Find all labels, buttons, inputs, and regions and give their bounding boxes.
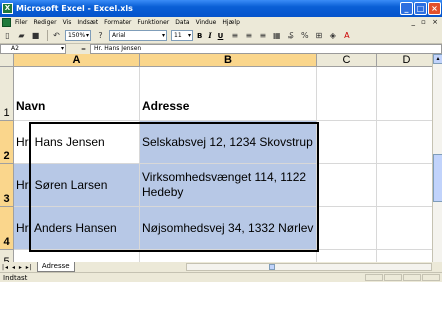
name-box[interactable]: A2 <box>0 44 66 54</box>
menu-insert[interactable]: Indsæt <box>77 19 98 26</box>
cell-c2[interactable] <box>317 121 377 164</box>
menu-file[interactable]: Filer <box>15 19 28 26</box>
cell-b5[interactable] <box>140 250 317 262</box>
new-document-icon[interactable]: ▯ <box>2 30 13 41</box>
tab-navigation-arrows[interactable]: |◂ ◂ ▸ ▸| <box>2 264 33 271</box>
cell-d3[interactable] <box>377 164 432 207</box>
cell-b3[interactable]: Virksomhedsvænget 114, 1122 Hedeby <box>140 164 317 207</box>
fill-color-icon[interactable]: ◈ <box>327 30 338 41</box>
cell-d4[interactable] <box>377 207 432 250</box>
window-title: Microsoft Excel - Excel.xls <box>16 4 133 13</box>
cell-b2[interactable]: Selskabsvej 12, 1234 Skovstrup <box>140 121 317 164</box>
align-left-icon[interactable]: ≡ <box>229 30 240 41</box>
toolbar: ▯ ▰ ■ ↶ 150% ? Arial 11 B I U ≡ ≡ ≡ ▦ ₷ … <box>0 28 442 44</box>
cell-a1[interactable]: Navn <box>14 67 140 121</box>
cell-b4[interactable]: Nøjsomhedsvej 34, 1332 Nørlev <box>140 207 317 250</box>
title-bar: X Microsoft Excel - Excel.xls _ □ × <box>0 0 442 17</box>
cell-a4[interactable]: Hr. Anders Hansen <box>14 207 140 250</box>
status-panels <box>365 274 440 281</box>
blank-area <box>0 282 442 310</box>
menu-tools[interactable]: Funktioner <box>137 19 169 26</box>
status-text: Indtast <box>3 274 28 282</box>
cell-c3[interactable] <box>317 164 377 207</box>
formula-input[interactable]: Hr. Hans Jensen <box>90 44 442 54</box>
column-header-b[interactable]: B <box>140 54 317 67</box>
font-select[interactable]: Arial <box>109 30 167 41</box>
help-icon[interactable]: ? <box>95 30 106 41</box>
cell-d5[interactable] <box>377 250 432 262</box>
menu-edit[interactable]: Rediger <box>34 19 57 26</box>
document-window-controls[interactable]: _ ▫ × <box>411 18 440 26</box>
scroll-up-arrow-icon[interactable]: ▴ <box>433 54 442 64</box>
sheet-tab-bar: |◂ ◂ ▸ ▸| Adresse <box>0 262 442 272</box>
formula-equals-icon[interactable]: = <box>81 46 86 53</box>
horizontal-scrollbar[interactable] <box>186 263 432 271</box>
currency-icon[interactable]: ₷ <box>285 30 296 41</box>
merge-center-icon[interactable]: ▦ <box>271 30 282 41</box>
font-color-icon[interactable]: A <box>341 30 352 41</box>
cell-d1[interactable] <box>377 67 432 121</box>
cell-c4[interactable] <box>317 207 377 250</box>
cell-c5[interactable] <box>317 250 377 262</box>
row-header-1[interactable]: 1 <box>0 67 14 121</box>
row-header-5[interactable]: 5 <box>0 250 14 262</box>
cell-b1[interactable]: Adresse <box>140 67 317 121</box>
align-center-icon[interactable]: ≡ <box>243 30 254 41</box>
worksheet-grid[interactable]: A B C D 1 2 3 4 5 Navn Adresse Hr. Hans … <box>0 54 432 262</box>
row-header-2[interactable]: 2 <box>0 121 14 164</box>
status-panel <box>403 274 421 281</box>
row-header-4[interactable]: 4 <box>0 207 14 250</box>
underline-button[interactable]: U <box>218 32 224 40</box>
menu-window[interactable]: Vindue <box>196 19 217 26</box>
menu-format[interactable]: Formater <box>104 19 131 26</box>
save-icon[interactable]: ■ <box>30 30 41 41</box>
cell-d2[interactable] <box>377 121 432 164</box>
font-size-select[interactable]: 11 <box>171 30 193 41</box>
menu-view[interactable]: Vis <box>63 19 72 26</box>
row-header-3[interactable]: 3 <box>0 164 14 207</box>
zoom-select[interactable]: 150% <box>65 30 91 41</box>
borders-icon[interactable]: ⊞ <box>313 30 324 41</box>
formula-bar: A2 = Hr. Hans Jensen <box>0 44 442 54</box>
cell-a5[interactable] <box>14 250 140 262</box>
menu-help[interactable]: Hjælp <box>222 19 240 26</box>
cell-c1[interactable] <box>317 67 377 121</box>
horizontal-scroll-thumb[interactable] <box>269 264 275 270</box>
undo-icon[interactable]: ↶ <box>51 30 62 41</box>
italic-button[interactable]: I <box>208 31 211 40</box>
tab-adresse[interactable]: Adresse <box>36 262 75 272</box>
workbook-icon[interactable] <box>2 18 11 27</box>
status-panel <box>365 274 383 281</box>
column-header-c[interactable]: C <box>317 54 377 67</box>
menu-data[interactable]: Data <box>175 19 189 26</box>
open-folder-icon[interactable]: ▰ <box>16 30 27 41</box>
vertical-scrollbar[interactable]: ▴ <box>432 54 442 262</box>
bold-button[interactable]: B <box>197 32 202 40</box>
vertical-scroll-thumb[interactable] <box>433 154 442 202</box>
status-panel <box>422 274 440 281</box>
excel-app-icon: X <box>2 3 13 14</box>
select-all-corner[interactable] <box>0 54 14 67</box>
cell-a2[interactable]: Hr. Hans Jensen <box>14 121 140 164</box>
align-right-icon[interactable]: ≡ <box>257 30 268 41</box>
menu-bar: Filer Rediger Vis Indsæt Formater Funkti… <box>0 17 442 28</box>
percent-icon[interactable]: % <box>299 30 310 41</box>
column-header-a[interactable]: A <box>14 54 140 67</box>
minimize-button[interactable]: _ <box>400 2 413 15</box>
maximize-button[interactable]: □ <box>414 2 427 15</box>
column-header-d[interactable]: D <box>377 54 432 67</box>
status-bar: Indtast <box>0 272 442 282</box>
cell-a3[interactable]: Hr. Søren Larsen <box>14 164 140 207</box>
toolbar-separator <box>47 30 48 41</box>
status-panel <box>384 274 402 281</box>
close-button[interactable]: × <box>428 2 441 15</box>
